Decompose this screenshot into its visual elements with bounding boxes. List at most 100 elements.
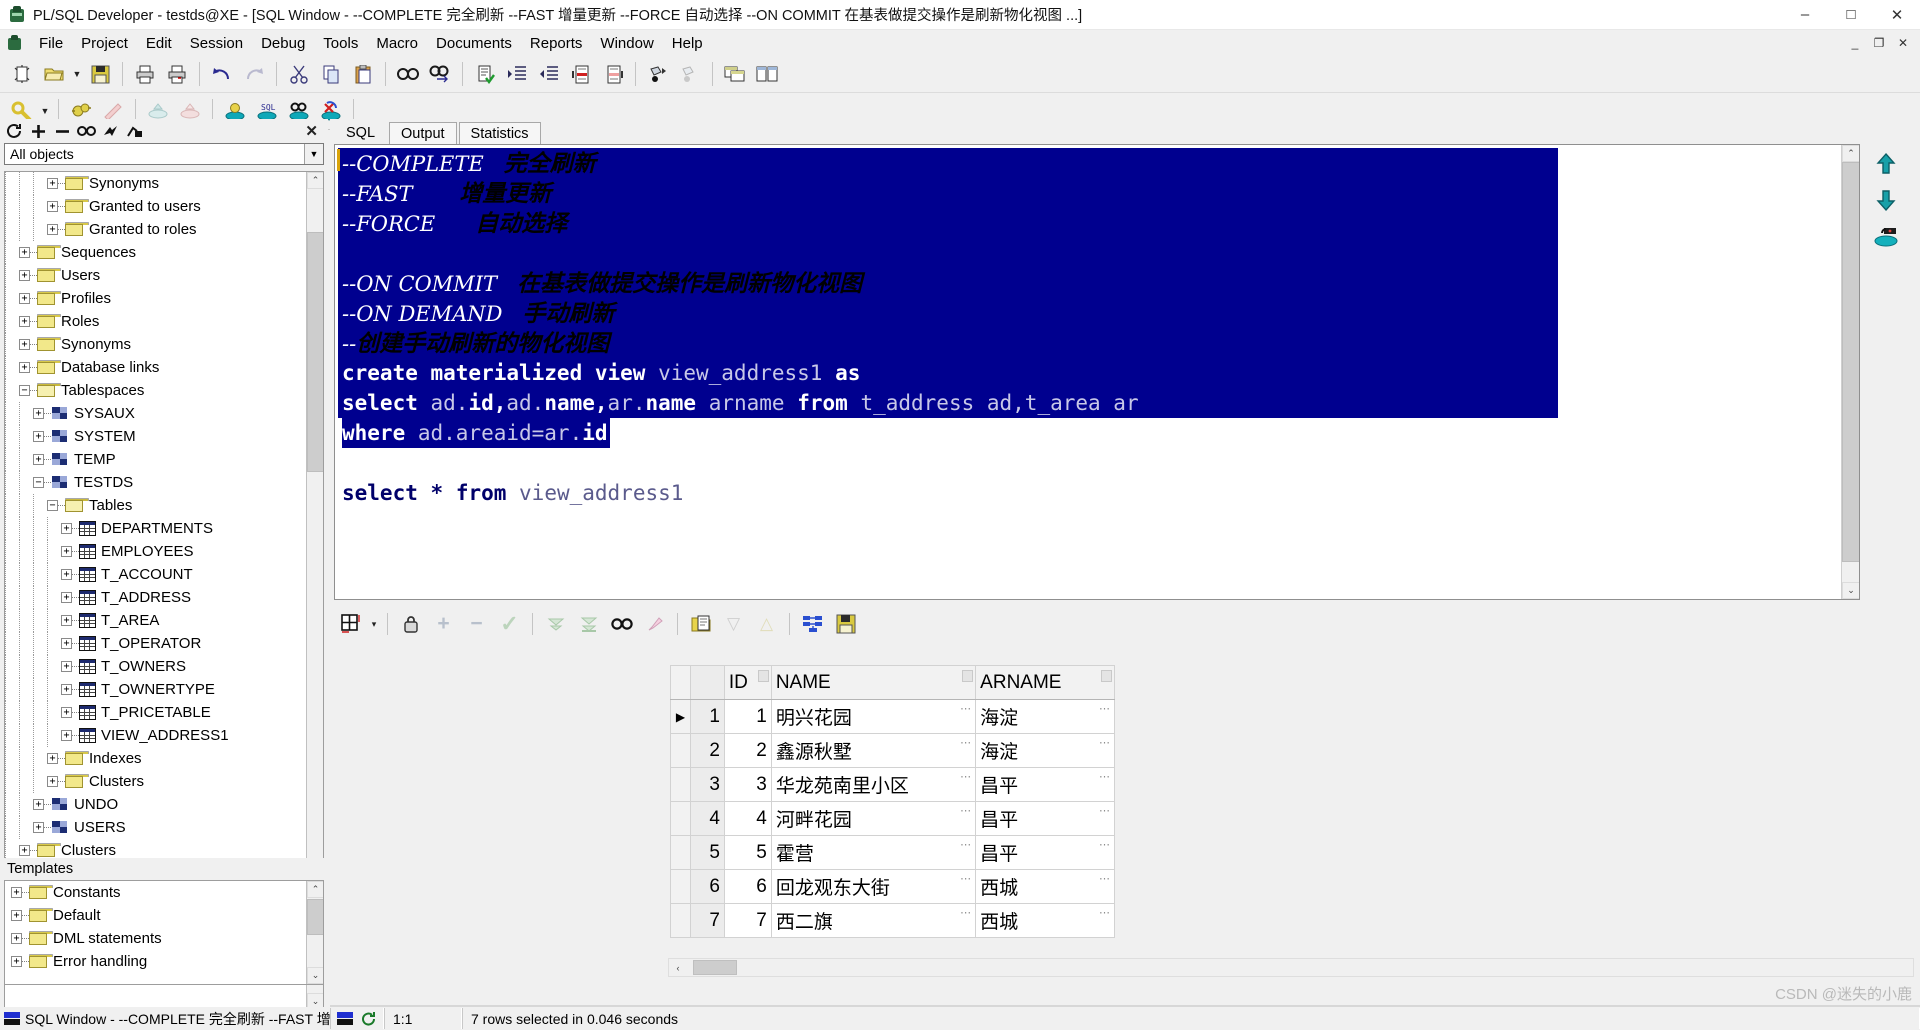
tree-expander[interactable]: +: [19, 845, 30, 856]
column-header-id[interactable]: ID: [723, 665, 772, 700]
cell-id[interactable]: 6: [723, 869, 772, 904]
tree-item-sequences[interactable]: + Sequences: [5, 241, 308, 264]
cell-arname[interactable]: 昌平 ⋯: [975, 801, 1115, 836]
tree-item-database-links[interactable]: + Database links: [5, 356, 308, 379]
tree-item-t-operator[interactable]: + T_OPERATOR: [5, 632, 308, 655]
mdi-close-button[interactable]: ✕: [1892, 34, 1914, 53]
object-filter-select[interactable]: All objects ▼: [4, 143, 324, 165]
cell-name[interactable]: 霍营 ⋯: [770, 835, 977, 870]
template-expander[interactable]: +: [11, 933, 22, 944]
tree-expander[interactable]: −: [19, 385, 30, 396]
row-marker[interactable]: [670, 801, 691, 836]
table-row[interactable]: 6 6 回龙观东大街 ⋯ 西城 ⋯: [670, 869, 1115, 904]
minimize-button[interactable]: –: [1782, 0, 1828, 30]
tab-sql[interactable]: SQL: [334, 122, 388, 144]
folder-options-icon[interactable]: [124, 121, 145, 141]
tree-expander[interactable]: +: [47, 776, 58, 787]
tree-item-departments[interactable]: + DEPARTMENTS: [5, 517, 308, 540]
cell-arname[interactable]: 西城 ⋯: [975, 903, 1115, 938]
paste-icon[interactable]: [348, 59, 378, 89]
tree-scroll-up-button[interactable]: ⌃: [307, 172, 323, 189]
results-table[interactable]: ID NAME ARNAME ▶ 1 1 明兴花园 ⋯ 海淀 ⋯ 2 2 鑫源秋墅 ⋯ 海淀 ⋯ 3 3 华龙苑南里…: [670, 665, 1115, 938]
tree-expander[interactable]: +: [61, 661, 72, 672]
cell-expand-icon[interactable]: ⋯: [960, 736, 972, 749]
column-resize-handle[interactable]: [1101, 670, 1112, 682]
cell-arname[interactable]: 昌平 ⋯: [975, 835, 1115, 870]
editor-scroll-thumb[interactable]: [1842, 162, 1859, 562]
code-line[interactable]: where ad.areaid=ar.id: [338, 418, 1841, 448]
cell-expand-icon[interactable]: ⋯: [960, 838, 972, 851]
row-marker[interactable]: [670, 767, 691, 802]
tree-expander[interactable]: +: [61, 730, 72, 741]
cell-expand-icon[interactable]: ⋯: [1099, 736, 1111, 749]
tree-item-granted-to-users[interactable]: + Granted to users: [5, 195, 308, 218]
cell-expand-icon[interactable]: ⋯: [1099, 804, 1111, 817]
column-header[interactable]: [689, 665, 725, 700]
copy-icon[interactable]: [316, 59, 346, 89]
tree-item-employees[interactable]: + EMPLOYEES: [5, 540, 308, 563]
column-header-name[interactable]: NAME: [770, 665, 977, 700]
tab-statistics[interactable]: Statistics: [458, 122, 541, 144]
cell-expand-icon[interactable]: ⋯: [1099, 906, 1111, 919]
tree-item-system[interactable]: + SYSTEM: [5, 425, 308, 448]
grid-layout-icon[interactable]: [336, 610, 365, 638]
code-line[interactable]: select ad.id,ad.name,ar.name arname from…: [338, 388, 1558, 418]
cell-name[interactable]: 回龙观东大街 ⋯: [770, 869, 977, 904]
mdi-restore-button[interactable]: ❐: [1868, 34, 1890, 53]
code-line[interactable]: select * from view_address1: [338, 478, 1841, 508]
execute-down-icon[interactable]: [1864, 182, 1908, 218]
cell-name[interactable]: 华龙苑南里小区 ⋯: [770, 767, 977, 802]
sql-code-area[interactable]: --COMPLETE 完全刷新 --FAST 增量更新 --FORCE 自动选择 -…: [335, 145, 1841, 599]
editor-scroll-down-button[interactable]: ⌄: [1842, 582, 1859, 599]
tree-item-t-account[interactable]: + T_ACCOUNT: [5, 563, 308, 586]
tree-expander[interactable]: +: [19, 293, 30, 304]
indent-icon[interactable]: [502, 59, 532, 89]
templates-scroll-thumb[interactable]: [307, 899, 323, 935]
template-item-dml-statements[interactable]: + DML statements: [5, 927, 295, 950]
tree-expander[interactable]: +: [47, 224, 58, 235]
cell-arname[interactable]: 昌平 ⋯: [975, 767, 1115, 802]
tree-item-t-address[interactable]: + T_ADDRESS: [5, 586, 308, 609]
table-row[interactable]: 2 2 鑫源秋墅 ⋯ 海淀 ⋯: [670, 733, 1115, 768]
tree-expander[interactable]: +: [33, 799, 44, 810]
menu-window[interactable]: Window: [591, 33, 662, 54]
cell-arname[interactable]: 海淀 ⋯: [975, 733, 1115, 768]
editor-scroll-up-button[interactable]: ⌃: [1842, 145, 1859, 162]
tree-item-t-pricetable[interactable]: + T_PRICETABLE: [5, 701, 308, 724]
session-refresh-icon[interactable]: [361, 1011, 377, 1027]
tree-expander[interactable]: +: [33, 454, 44, 465]
tree-expander[interactable]: +: [61, 638, 72, 649]
template-expander[interactable]: +: [11, 887, 22, 898]
code-line[interactable]: --ON COMMIT 在基表做提交操作是刷新物化视图: [338, 268, 1558, 298]
cell-id[interactable]: 2: [723, 733, 772, 768]
template-expander[interactable]: +: [11, 910, 22, 921]
menu-macro[interactable]: Macro: [367, 33, 427, 54]
code-line[interactable]: --创建手动刷新的物化视图: [338, 328, 1558, 358]
tree-item-granted-to-roles[interactable]: + Granted to roles: [5, 218, 308, 241]
row-marker[interactable]: [670, 869, 691, 904]
table-row[interactable]: 5 5 霍营 ⋯ 昌平 ⋯: [670, 835, 1115, 870]
results-grid[interactable]: ID NAME ARNAME ▶ 1 1 明兴花园 ⋯ 海淀 ⋯ 2 2 鑫源秋墅 ⋯ 海淀 ⋯ 3 3 华龙苑南里…: [670, 665, 1115, 938]
tree-item-synonyms[interactable]: + Synonyms: [5, 172, 308, 195]
export-results-icon[interactable]: [831, 610, 860, 638]
tile-windows-icon[interactable]: [752, 59, 782, 89]
cell-name[interactable]: 鑫源秋墅 ⋯: [770, 733, 977, 768]
view-as-xml-icon[interactable]: [798, 610, 827, 638]
cell-expand-icon[interactable]: ⋯: [1099, 838, 1111, 851]
template-item-constants[interactable]: + Constants: [5, 881, 295, 904]
grid-layout-dropdown-icon[interactable]: ▾: [367, 609, 381, 639]
tree-expander[interactable]: −: [33, 477, 44, 488]
tree-expander[interactable]: +: [19, 247, 30, 258]
cell-name[interactable]: 明兴花园 ⋯: [770, 699, 977, 734]
execute-up-icon[interactable]: [1864, 146, 1908, 182]
row-marker[interactable]: [670, 733, 691, 768]
filter-icon[interactable]: [100, 121, 121, 141]
hscroll-thumb[interactable]: [693, 960, 737, 975]
table-row[interactable]: 3 3 华龙苑南里小区 ⋯ 昌平 ⋯: [670, 767, 1115, 802]
chevron-down-icon[interactable]: ▼: [304, 144, 323, 164]
print-preview-icon[interactable]: [162, 59, 192, 89]
check-syntax-icon[interactable]: [470, 59, 500, 89]
lock-icon[interactable]: [396, 610, 425, 638]
status-window-item[interactable]: SQL Window - --COMPLETE 完全刷新 --FAST 增量: [0, 1009, 330, 1029]
find-object-icon[interactable]: [76, 121, 97, 141]
